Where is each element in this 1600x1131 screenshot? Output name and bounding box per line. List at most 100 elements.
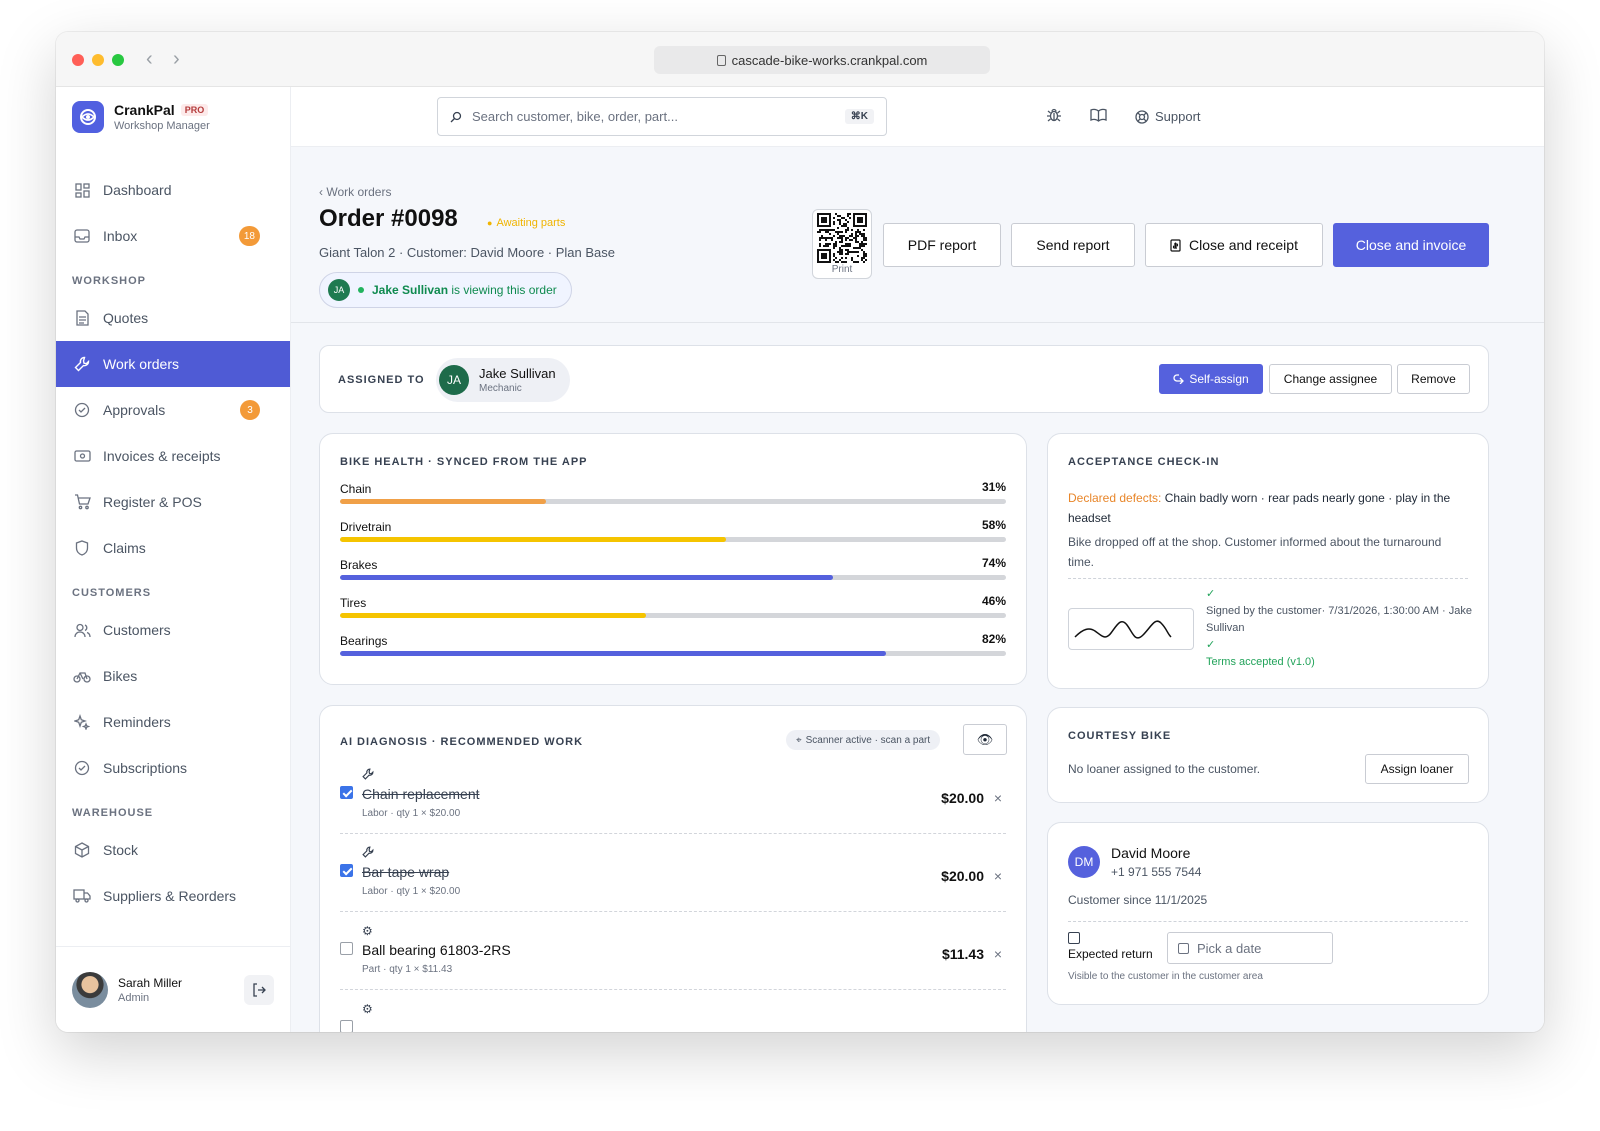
work-item-checkbox[interactable]	[340, 786, 353, 799]
health-percent: 82%	[981, 632, 1006, 646]
sidebar-item-subscriptions[interactable]: Subscriptions	[56, 745, 290, 791]
url-text: cascade-bike-works.crankpal.com	[731, 52, 928, 68]
self-assign-button[interactable]: Self-assign	[1159, 364, 1263, 394]
health-fill	[340, 651, 887, 656]
close-window-button[interactable]	[72, 54, 84, 66]
send-report-button[interactable]: Send report	[1011, 223, 1135, 267]
viewing-indicator: JA Jake Sullivan is viewing this order	[319, 272, 572, 308]
remove-item-icon[interactable]: ×	[994, 868, 1002, 884]
page-icon	[716, 54, 726, 66]
users-icon	[73, 621, 91, 639]
sidebar-item-dashboard[interactable]: Dashboard	[56, 167, 290, 213]
ai-diagnosis-card: AI DIAGNOSIS · RECOMMENDED WORK ⌖ Scanne…	[319, 705, 1027, 1032]
expected-return-date-picker[interactable]: Pick a date	[1167, 932, 1333, 964]
eye-icon: 👁	[976, 731, 994, 747]
check-circle-icon	[73, 401, 91, 419]
receipt-icon	[1170, 238, 1181, 252]
sidebar-item-approvals[interactable]: Approvals 3	[56, 387, 290, 433]
print-qr-button[interactable]: Print	[812, 209, 872, 279]
work-item: ⚙ Ball bearing 61803-2RS Part · qty 1 × …	[340, 912, 1006, 990]
expected-return-note: Visible to the customer in the customer …	[1068, 971, 1263, 982]
close-and-receipt-button[interactable]: Close and receipt	[1145, 223, 1323, 267]
sidebar-item-register[interactable]: Register & POS	[56, 479, 290, 525]
nav-section-workshop: WORKSHOP	[72, 275, 146, 287]
health-label: Tires	[340, 596, 367, 610]
topbar: Search customer, bike, order, part... ⌘K…	[291, 87, 1544, 147]
brand-title: CrankPal	[114, 102, 175, 118]
customer-name[interactable]: David Moore	[1111, 845, 1190, 861]
breadcrumb[interactable]: ‹ Work orders	[319, 185, 391, 199]
main-content: ‹ Work orders Order #0098 ● Awaiting par…	[291, 147, 1544, 1032]
shield-icon	[73, 539, 91, 557]
sidebar-item-label: Work orders	[103, 356, 179, 372]
sidebar-item-suppliers[interactable]: Suppliers & Reorders	[56, 873, 290, 919]
toggle-visibility-button[interactable]: 👁	[963, 724, 1007, 755]
support-link[interactable]: Support	[1135, 109, 1201, 124]
zoom-window-button[interactable]	[112, 54, 124, 66]
work-item: Chain replacement Labor · qty 1 × $20.00…	[340, 756, 1006, 834]
acceptance-card: ACCEPTANCE CHECK-IN Declared defects: Ch…	[1047, 433, 1489, 689]
work-item-meta: Labor · qty 1 × $20.00	[362, 886, 461, 897]
signature-image	[1068, 608, 1194, 650]
close-and-invoice-button[interactable]: Close and invoice	[1333, 223, 1489, 267]
logout-button[interactable]	[244, 974, 274, 1005]
brand[interactable]: CrankPal PRO Workshop Manager	[56, 87, 290, 147]
customer-phone[interactable]: +1 971 555 7544	[1111, 865, 1201, 879]
health-track	[340, 499, 1006, 504]
assignee-chip[interactable]: JA Jake Sullivan Mechanic	[436, 358, 570, 402]
work-item-checkbox[interactable]	[340, 864, 353, 877]
money-icon	[73, 447, 91, 465]
sidebar-item-invoices[interactable]: Invoices & receipts	[56, 433, 290, 479]
sidebar-item-reminders[interactable]: Reminders	[56, 699, 290, 745]
change-assignee-button[interactable]: Change assignee	[1269, 364, 1392, 394]
work-item-checkbox[interactable]	[340, 1020, 353, 1032]
viewer-suffix: is viewing this order	[451, 283, 557, 297]
sidebar-item-inbox[interactable]: Inbox 18	[56, 213, 290, 259]
send-report-label: Send report	[1036, 237, 1110, 253]
acceptance-title: ACCEPTANCE CHECK-IN	[1068, 456, 1220, 468]
pro-badge: PRO	[180, 104, 209, 116]
sidebar-item-quotes[interactable]: Quotes	[56, 295, 290, 341]
book-icon[interactable]	[1090, 108, 1107, 125]
user-name: Sarah Miller	[118, 975, 183, 990]
customer-avatar: DM	[1068, 846, 1100, 878]
customer-card: DM David Moore +1 971 555 7544 Customer …	[1047, 822, 1489, 1005]
url-bar[interactable]: cascade-bike-works.crankpal.com	[654, 46, 990, 74]
assign-loaner-button[interactable]: Assign loaner	[1365, 754, 1469, 784]
remove-item-icon[interactable]: ×	[994, 790, 1002, 806]
sidebar-item-label: Register & POS	[103, 494, 202, 510]
sidebar-item-work-orders[interactable]: Work orders	[56, 341, 290, 387]
sidebar-item-label: Stock	[103, 842, 139, 858]
sidebar-item-bikes[interactable]: Bikes	[56, 653, 290, 699]
assign-loaner-label: Assign loaner	[1380, 762, 1454, 776]
user-profile[interactable]: Sarah Miller Admin	[56, 946, 290, 1032]
sidebar-item-customers[interactable]: Customers	[56, 607, 290, 653]
sidebar-item-claims[interactable]: Claims	[56, 525, 290, 571]
search-shortcut: ⌘K	[844, 109, 874, 124]
page-title: Order #0098	[319, 205, 458, 232]
acceptance-note: Bike dropped off at the shop. Customer i…	[1068, 535, 1442, 569]
scanner-icon: ⌖	[796, 734, 802, 746]
lifebuoy-icon	[1135, 109, 1149, 124]
sidebar-item-stock[interactable]: Stock	[56, 827, 290, 873]
minimize-window-button[interactable]	[92, 54, 104, 66]
pdf-report-button[interactable]: PDF report	[883, 223, 1001, 267]
back-arrow-icon[interactable]: ‹	[146, 48, 153, 71]
assign-arrow-icon	[1173, 374, 1185, 384]
courtesy-bike-title: COURTESY BIKE	[1068, 730, 1172, 742]
forward-arrow-icon[interactable]: ›	[173, 48, 180, 71]
assigned-card: ASSIGNED TO JA Jake Sullivan Mechanic Se…	[319, 345, 1489, 413]
search-input[interactable]: Search customer, bike, order, part... ⌘K	[437, 97, 887, 136]
bike-health-title: BIKE HEALTH · SYNCED FROM THE APP	[340, 456, 588, 468]
bug-icon[interactable]	[1046, 107, 1062, 126]
online-dot-icon	[358, 287, 364, 293]
order-subtitle: Giant Talon 2 · Customer: David Moore · …	[319, 245, 616, 260]
logout-icon	[253, 982, 266, 997]
health-row-tires: Tires 46%	[340, 594, 1006, 624]
health-percent: 46%	[981, 594, 1006, 608]
remove-assignee-button[interactable]: Remove	[1397, 364, 1470, 394]
sidebar-item-label: Inbox	[103, 228, 138, 244]
customer-since: Customer since 11/1/2025	[1068, 893, 1208, 907]
remove-item-icon[interactable]: ×	[994, 946, 1002, 962]
work-item-checkbox[interactable]	[340, 942, 353, 955]
